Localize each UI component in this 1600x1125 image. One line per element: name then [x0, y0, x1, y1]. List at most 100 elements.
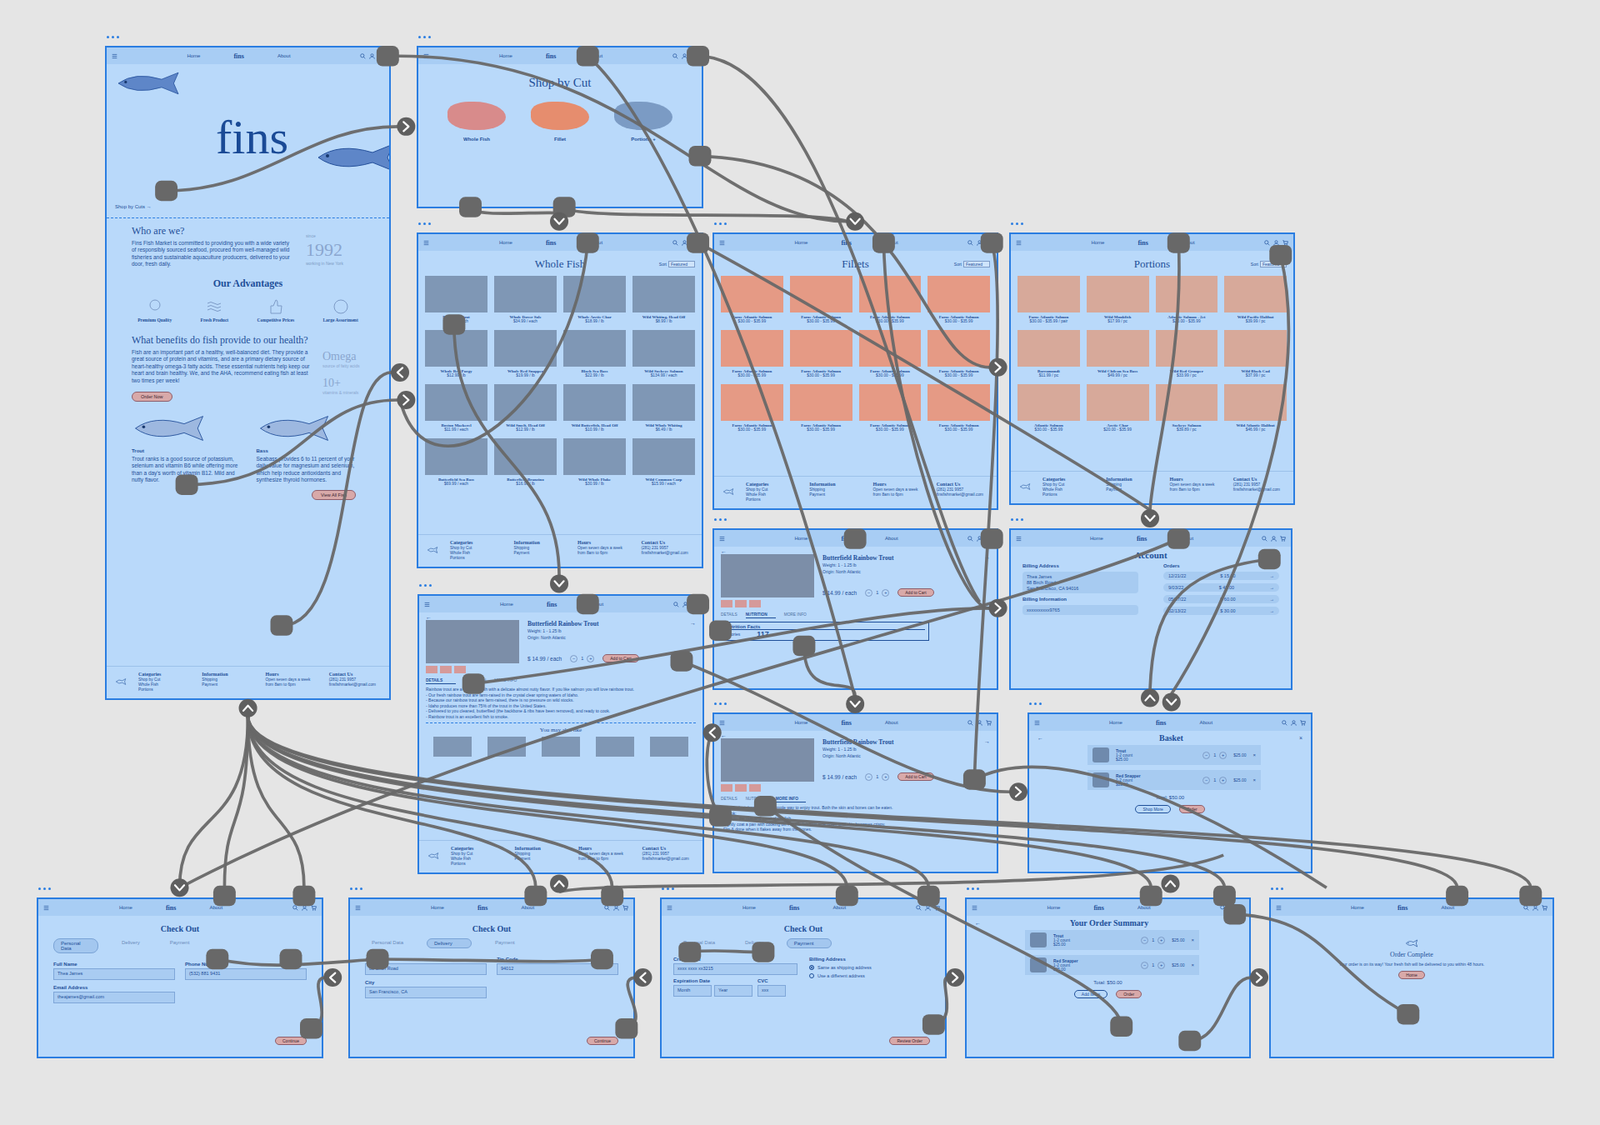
footer-link[interactable]: Shipping — [201, 677, 254, 682]
connection-handle[interactable] — [1140, 885, 1163, 906]
related-product[interactable] — [650, 736, 689, 757]
next-button[interactable]: → — [984, 738, 990, 745]
connection-handle[interactable] — [1167, 232, 1190, 253]
nav-logo[interactable]: fins — [840, 719, 851, 727]
menu-icon[interactable] — [1015, 535, 1022, 542]
footer-link[interactable]: Shipping — [809, 487, 861, 492]
year-select[interactable]: Year — [714, 985, 753, 997]
add-to-cart-button[interactable]: Add to Cart — [602, 654, 639, 663]
user-icon[interactable] — [1229, 905, 1235, 911]
order-row[interactable]: 12/21/22$ 15.00→ — [1163, 571, 1280, 580]
nav-home[interactable]: Home — [1090, 240, 1105, 245]
nav-home[interactable]: Home — [500, 601, 514, 607]
quantity-stepper[interactable]: −1+ — [1202, 751, 1227, 760]
cart-icon[interactable] — [1280, 535, 1286, 542]
connection-handle[interactable] — [1110, 1016, 1133, 1037]
quantity-stepper[interactable]: −1+ — [1140, 936, 1165, 945]
connector[interactable] — [626, 977, 636, 1029]
nav-about[interactable]: About — [589, 53, 603, 59]
footer-link[interactable]: Whole Fish — [745, 492, 798, 497]
flow-arrow-icon[interactable] — [1250, 968, 1269, 987]
nav-logo[interactable]: fins — [1137, 239, 1148, 247]
step-tab[interactable]: Payment — [786, 938, 832, 949]
nav-about[interactable]: About — [209, 905, 223, 910]
footer-link[interactable]: Whole Fish — [450, 856, 504, 861]
tab[interactable]: NUTRITION — [745, 612, 776, 619]
back-button[interactable]: ← — [1037, 735, 1044, 741]
menu-icon[interactable] — [43, 905, 50, 911]
continue-button[interactable]: Review Order — [889, 1036, 930, 1045]
connection-handle[interactable] — [524, 885, 547, 906]
menu-icon[interactable] — [423, 53, 430, 60]
product-card[interactable]: Atlantic Salmon$30.00 - $35.99 — [1017, 384, 1080, 432]
order-row[interactable]: 05/17/22$ 60.00→ — [1163, 595, 1280, 604]
frame-menu-icon[interactable] — [714, 518, 727, 521]
footer-link[interactable]: Open seven days a week — [265, 677, 318, 682]
connection-handle[interactable] — [1258, 549, 1281, 570]
action-button[interactable]: Order — [1115, 990, 1142, 999]
footer-link[interactable]: Open seven days a week — [873, 487, 925, 492]
connector[interactable] — [180, 716, 249, 889]
product-card[interactable]: Black Sea Bass$22.99 / lb — [563, 330, 626, 378]
sort-dropdown[interactable]: Sort Featured — [659, 260, 695, 268]
connector[interactable] — [248, 716, 848, 889]
connection-handle[interactable] — [366, 949, 390, 970]
nav-logo[interactable]: fins — [840, 239, 851, 247]
footer-link[interactable]: Payment — [201, 682, 254, 687]
product-card[interactable]: Faroe Atlantic Salmon$30.00 - $35.99 / p… — [1017, 275, 1080, 324]
footer-link[interactable]: Portions — [450, 861, 504, 866]
menu-icon[interactable] — [111, 53, 118, 60]
connection-handle[interactable] — [205, 949, 229, 970]
quantity-stepper[interactable]: −1+ — [570, 655, 595, 663]
flow-arrow-icon[interactable] — [550, 874, 569, 893]
footer-link[interactable]: Payment — [515, 856, 568, 861]
connection-handle[interactable] — [1213, 885, 1236, 906]
connection-handle[interactable] — [1519, 885, 1542, 906]
remove-button[interactable]: × — [1252, 752, 1256, 758]
footer-link[interactable]: (281) 231 9957 — [1233, 482, 1285, 487]
footer-link[interactable]: Open seven days a week — [578, 851, 631, 856]
nav-logo[interactable]: fins — [1093, 904, 1104, 912]
connector[interactable] — [248, 716, 1531, 889]
connection-handle[interactable] — [1167, 528, 1190, 549]
menu-icon[interactable] — [719, 535, 725, 542]
connector[interactable] — [974, 242, 998, 780]
footer-link[interactable]: from 8am to 6pm — [577, 550, 630, 555]
footer-link[interactable]: Shipping — [514, 545, 567, 550]
nav-home[interactable]: Home — [186, 53, 200, 59]
add-to-cart-button[interactable]: Add to Cart — [897, 588, 934, 597]
remove-button[interactable]: × — [1252, 777, 1256, 783]
photo-thumbnail[interactable] — [735, 600, 747, 608]
cart-icon[interactable] — [1282, 240, 1289, 246]
product-card[interactable]: Wild Chilean Sea Bass$49.99 / pc — [1086, 330, 1150, 378]
nav-home[interactable]: Home — [742, 905, 756, 910]
remove-button[interactable]: × — [1190, 962, 1195, 968]
footer-link[interactable]: finsfishmarket@gmail.com — [1233, 487, 1285, 492]
user-icon[interactable] — [369, 53, 375, 60]
flow-arrow-icon[interactable] — [323, 968, 342, 987]
flow-arrow-icon[interactable] — [703, 723, 722, 742]
step-tab[interactable]: Payment — [163, 938, 197, 954]
connector[interactable] — [1235, 914, 1409, 1015]
product-card[interactable]: Arctic Char$20.00 - $35.99 — [1086, 384, 1150, 432]
text-input[interactable]: Thea James — [53, 968, 175, 980]
quantity-stepper[interactable]: −1+ — [1202, 776, 1227, 785]
menu-icon[interactable] — [971, 905, 978, 911]
step-tab[interactable]: Personal Data — [365, 938, 410, 949]
connection-handle[interactable] — [576, 594, 600, 615]
nav-about[interactable]: About — [885, 535, 899, 541]
back-button[interactable]: ← — [425, 614, 696, 620]
search-icon[interactable] — [1220, 905, 1226, 911]
cart-icon[interactable] — [1541, 905, 1548, 911]
continue-button[interactable]: Continue — [275, 1036, 307, 1045]
footer-link[interactable]: (281) 231 9957 — [641, 545, 695, 550]
nav-logo[interactable]: fins — [1136, 535, 1147, 543]
radio-option[interactable]: Use a different address — [809, 973, 934, 979]
text-input[interactable]: 94012 — [496, 963, 619, 975]
connection-handle[interactable] — [553, 196, 576, 217]
cart-icon[interactable] — [378, 53, 385, 60]
frame[interactable]: HomefinsAboutAccountBilling AddressThea … — [1009, 528, 1293, 690]
step-tab[interactable]: Delivery — [738, 938, 770, 949]
flow-arrow-icon[interactable] — [945, 968, 965, 987]
flow-arrow-icon[interactable] — [1160, 874, 1180, 893]
